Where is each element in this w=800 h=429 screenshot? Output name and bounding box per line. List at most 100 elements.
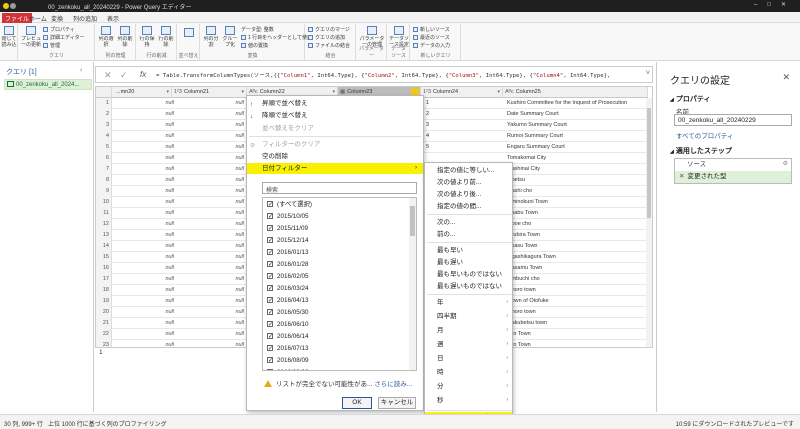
filter-value-item[interactable]: 2016/09/06 [267,367,309,370]
advanced-editor-button[interactable]: 詳細エディター [43,34,85,41]
cell-value[interactable]: Kushiro Committee for the Inquest of Pro… [507,98,627,109]
checkbox-checked-icon[interactable] [267,307,273,319]
cell-null[interactable]: null [116,263,174,274]
cell-value[interactable]: 3 [426,120,429,131]
tab-add-column[interactable]: 列の追加 [70,13,100,23]
close-apply-button[interactable]: 閉じて読み込む [1,26,17,48]
column-filter-icon[interactable]: ▾ [241,89,244,95]
row-number[interactable]: 2 [96,109,112,120]
column-header-25[interactable]: Aᴮc Column25 [503,87,648,98]
grid-vertical-scrollbar[interactable] [646,98,652,347]
formula-text[interactable]: = Table.TransformColumnTypes(ソース,{{"Colu… [156,71,610,79]
keep-rows-button[interactable]: 行の保持 [138,26,156,48]
row-number[interactable]: 19 [96,296,112,307]
filter-value-item[interactable]: 2015/12/14 [267,235,309,247]
cell-value[interactable]: 1 [426,98,429,109]
row-number[interactable]: 14 [96,241,112,252]
cell-null[interactable]: null [176,131,244,142]
query-name-input[interactable]: 00_zenkoku_all_20240229 [674,114,792,126]
date-filter-option[interactable]: 最も早いものではない [425,269,512,280]
row-number[interactable]: 5 [96,142,112,153]
column-filter-icon[interactable]: ▾ [497,89,500,95]
sort-ascending-item[interactable]: ↑ 昇順で並べ替え [247,98,423,109]
cell-null[interactable]: null [176,230,244,241]
cell-null[interactable]: null [176,219,244,230]
sort-ascending-button[interactable] [181,28,197,38]
cell-value[interactable]: Rumoi Summary Court [507,131,563,142]
row-number[interactable]: 18 [96,285,112,296]
row-header-corner[interactable] [96,87,112,98]
cell-null[interactable]: null [176,318,244,329]
cell-null[interactable]: null [116,274,174,285]
cell-value[interactable]: 5 [426,142,429,153]
cell-null[interactable]: null [176,263,244,274]
row-number[interactable]: 1 [96,98,112,109]
filter-value-item[interactable]: 2016/04/13 [267,295,309,307]
checkbox-checked-icon[interactable] [267,247,273,259]
manage-button[interactable]: 管理 [43,42,60,49]
cell-null[interactable]: null [116,285,174,296]
cell-value[interactable]: 4 [426,131,429,142]
remove-rows-button[interactable]: 行の削除 [157,26,175,48]
expand-formula-icon[interactable]: ˅ [646,70,650,77]
row-number[interactable]: 21 [96,318,112,329]
filter-search-input[interactable]: 検索 [262,182,417,194]
column-filter-icon[interactable]: ▾ [166,89,169,95]
cell-null[interactable]: null [176,120,244,131]
cell-null[interactable]: null [176,252,244,263]
date-filter-option[interactable]: 指定の値に等しい... [425,165,512,176]
clear-sort-item[interactable]: 並べ替えをクリア [247,123,423,134]
cell-null[interactable]: null [116,318,174,329]
collapse-pane-icon[interactable]: ‹ [80,67,82,74]
merge-queries-button[interactable]: クエリのマージ [308,26,350,33]
cell-null[interactable]: null [176,340,244,347]
date-filter-option[interactable]: 四半期 › [425,311,512,322]
remove-empty-item[interactable]: 空の削除 [247,151,423,162]
cell-null[interactable]: null [116,142,174,153]
filter-value-item[interactable]: 2016/05/30 [267,307,309,319]
date-filter-option[interactable]: 秒 › [425,395,512,406]
cell-null[interactable]: null [176,329,244,340]
cell-value[interactable]: ...akubetsu town [507,318,547,329]
date-filter-option[interactable]: 最も早い [425,245,512,256]
preview-refresh-button[interactable]: プレビューの更新 [21,26,41,48]
cell-value[interactable]: 2 [426,109,429,120]
load-more-link[interactable]: さらに読み... [374,381,412,388]
checkbox-checked-icon[interactable] [267,199,273,211]
cell-null[interactable]: null [176,197,244,208]
cell-null[interactable]: null [116,329,174,340]
checkbox-checked-icon[interactable] [267,211,273,223]
cell-null[interactable]: null [116,252,174,263]
filter-value-item[interactable]: 2016/01/28 [267,259,309,271]
checkbox-checked-icon[interactable] [267,235,273,247]
cell-null[interactable]: null [176,285,244,296]
cell-null[interactable]: null [116,208,174,219]
checkbox-checked-icon[interactable] [267,295,273,307]
confirm-formula-icon[interactable]: ✓ [120,70,128,81]
cell-null[interactable]: null [176,175,244,186]
cell-null[interactable]: null [116,153,174,164]
split-column-button[interactable]: 列の分割 [202,26,220,48]
cell-value[interactable]: Engaru Summary Court [507,142,565,153]
date-filter-option[interactable]: 週 › [425,339,512,350]
cell-null[interactable]: null [176,307,244,318]
formula-bar[interactable]: ✕ ✓ fx = Table.TransformColumnTypes(ソース,… [95,66,653,83]
cell-null[interactable]: null [116,241,174,252]
query-item[interactable]: 00_zenkoku_all_2024... [4,79,92,90]
row-number[interactable]: 4 [96,131,112,142]
date-filter-option[interactable]: 時 › [425,367,512,378]
tab-view[interactable]: 表示 [104,13,122,23]
cell-null[interactable]: null [176,153,244,164]
replace-values-button[interactable]: 値の置換 [241,42,268,49]
cell-null[interactable]: null [176,296,244,307]
checkbox-checked-icon[interactable] [267,319,273,331]
filter-value-item[interactable]: 2015/10/05 [267,211,309,223]
window-controls[interactable]: –□✕ [754,1,796,8]
date-filter-option[interactable]: 指定の値の間... [425,201,512,212]
properties-section-header[interactable]: ◢ プロパティ [670,94,710,104]
cell-value[interactable]: ...minokuni Town [507,197,548,208]
row-number[interactable]: 9 [96,186,112,197]
enter-data-button[interactable]: データの入力 [413,42,450,49]
date-filter-option[interactable]: 分 › [425,381,512,392]
row-number[interactable]: 17 [96,274,112,285]
